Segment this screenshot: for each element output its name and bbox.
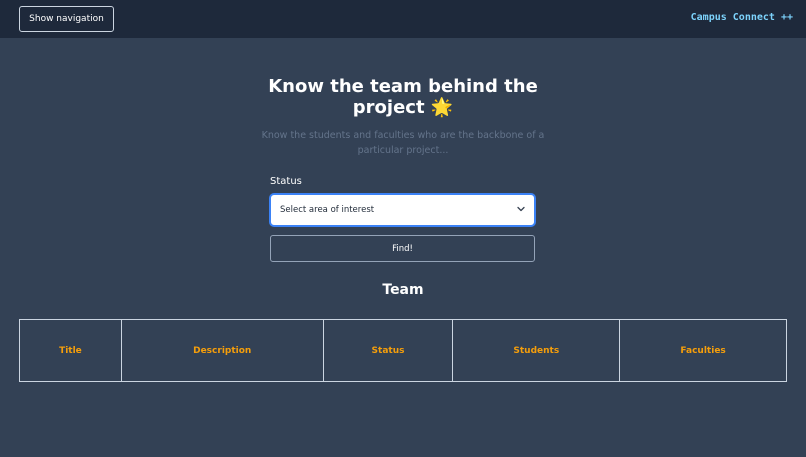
find-button[interactable]: Find! (270, 235, 535, 262)
show-navigation-button[interactable]: Show navigation (19, 6, 114, 32)
team-table: Title Description Status Students Facult… (19, 319, 787, 382)
page-subtitle: Know the students and faculties who are … (261, 130, 545, 156)
table-header-row: Title Description Status Students Facult… (19, 319, 787, 382)
status-label: Status (270, 176, 302, 187)
select-value: Select area of interest (280, 205, 375, 215)
page-title: Know the team behind the project 🌟 (268, 76, 538, 118)
chevron-down-icon (517, 206, 525, 212)
top-bar: Show navigation Campus Connect ++ (0, 0, 806, 38)
brand-name[interactable]: Campus Connect ++ (691, 12, 793, 23)
column-header-faculties: Faculties (619, 319, 787, 382)
team-heading: Team (382, 282, 424, 298)
column-header-students: Students (452, 319, 621, 382)
column-header-status: Status (322, 319, 454, 382)
column-header-title: Title (19, 319, 122, 382)
column-header-description: Description (120, 319, 324, 382)
area-of-interest-select[interactable]: Select area of interest (270, 194, 535, 226)
